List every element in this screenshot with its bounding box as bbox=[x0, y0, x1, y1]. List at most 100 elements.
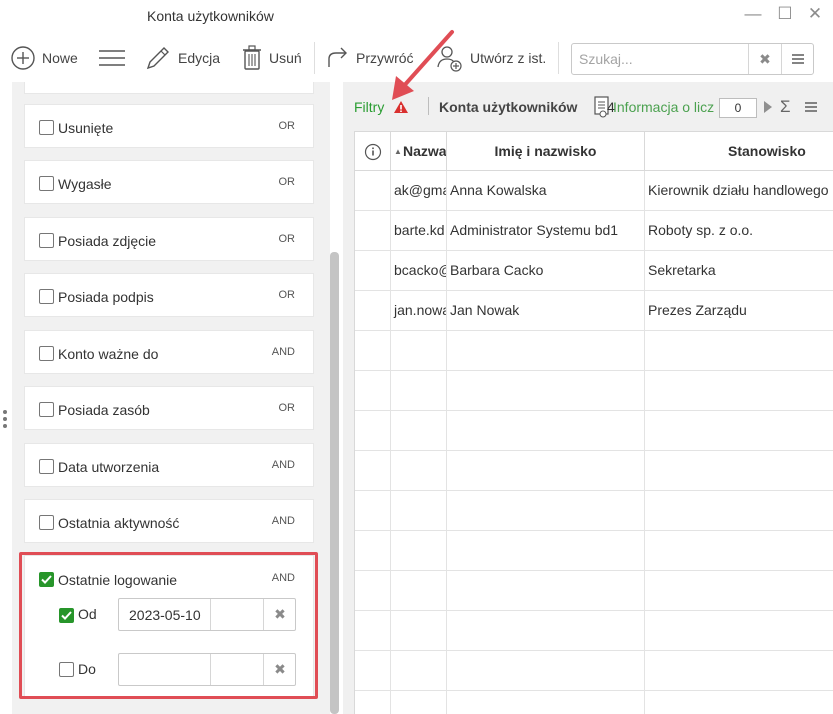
filter-expired-operator[interactable]: OR bbox=[279, 176, 296, 188]
toolbar-divider bbox=[558, 42, 559, 74]
filter-has-photo-operator[interactable]: OR bbox=[279, 233, 296, 245]
page-number-input[interactable]: 0 bbox=[719, 98, 757, 118]
filter-has-signature-checkbox[interactable] bbox=[39, 289, 54, 304]
filter-has-resource-operator[interactable]: OR bbox=[279, 402, 296, 414]
filter-has-photo[interactable]: Posiada zdjęcie OR bbox=[24, 217, 314, 261]
info-column-header[interactable] bbox=[355, 132, 391, 171]
filter-deleted-label: Usunięte bbox=[58, 120, 114, 136]
empty-cell bbox=[391, 531, 447, 571]
table-row[interactable]: jan.nowak Jan Nowak Prezes Zarządu bbox=[355, 291, 833, 331]
table-row[interactable]: bcacko@ Barbara Cacko Sekretarka bbox=[355, 251, 833, 291]
record-count: 4 bbox=[607, 99, 615, 115]
empty-row bbox=[355, 611, 833, 651]
filter-last-activity-checkbox[interactable] bbox=[39, 515, 54, 530]
maximize-icon[interactable]: ☐ bbox=[772, 3, 798, 25]
empty-cell bbox=[447, 571, 645, 611]
empty-cell bbox=[391, 331, 447, 371]
position-cell: Prezes Zarządu bbox=[648, 302, 747, 318]
filter-has-resource-label: Posiada zasób bbox=[58, 402, 150, 418]
menu-icon bbox=[791, 54, 804, 64]
empty-cell bbox=[391, 491, 447, 531]
pager-info-text: Informacja o licz bbox=[613, 99, 715, 115]
table-row[interactable]: barte.kd Administrator Systemu bd1 Robot… bbox=[355, 211, 833, 251]
close-icon[interactable]: ✕ bbox=[802, 3, 828, 25]
empty-cell bbox=[447, 611, 645, 651]
new-button-label: Nowe bbox=[42, 50, 78, 66]
empty-cell bbox=[391, 371, 447, 411]
empty-cell bbox=[447, 451, 645, 491]
filter-account-valid-until-label: Konto ważne do bbox=[58, 346, 159, 362]
login-cell: ak@gmail.com bbox=[391, 171, 447, 211]
empty-cell bbox=[355, 371, 391, 411]
filter-has-resource[interactable]: Posiada zasób OR bbox=[24, 386, 314, 430]
name-cell: Barbara Cacko bbox=[447, 251, 645, 291]
toolbar-divider bbox=[314, 42, 315, 74]
empty-cell bbox=[447, 491, 645, 531]
pencil-icon bbox=[146, 47, 169, 70]
filter-created-date-checkbox[interactable] bbox=[39, 459, 54, 474]
minimize-icon[interactable]: — bbox=[740, 3, 766, 25]
filter-last-activity[interactable]: Ostatnia aktywność AND bbox=[24, 499, 314, 543]
next-page-icon[interactable] bbox=[764, 101, 772, 113]
filter-last-activity-operator[interactable]: AND bbox=[272, 515, 295, 527]
empty-cell bbox=[447, 331, 645, 371]
clear-search-icon[interactable]: ✖ bbox=[748, 44, 781, 74]
empty-cell bbox=[391, 651, 447, 691]
column-header-name[interactable]: Imię i nazwisko bbox=[447, 132, 645, 171]
filter-has-photo-checkbox[interactable] bbox=[39, 233, 54, 248]
annotation-arrow bbox=[392, 30, 454, 100]
menu-button[interactable] bbox=[97, 38, 127, 78]
filter-has-signature-label: Posiada podpis bbox=[58, 289, 154, 305]
column-header-login[interactable]: ▲ Nazwa bbox=[391, 132, 447, 171]
filter-expired-checkbox[interactable] bbox=[39, 176, 54, 191]
sum-icon[interactable]: Σ bbox=[780, 97, 791, 117]
filter-panel-scroll-thumb[interactable] bbox=[330, 252, 339, 714]
search-input[interactable]: Szukaj... ✖ bbox=[571, 43, 814, 75]
edit-button[interactable]: Edycja bbox=[144, 38, 220, 78]
empty-cell bbox=[391, 691, 447, 714]
info-cell bbox=[355, 291, 391, 331]
filter-expired[interactable]: Wygasłe OR bbox=[24, 160, 314, 204]
empty-row bbox=[355, 691, 833, 714]
column-header-position[interactable]: Stanowisko bbox=[645, 132, 833, 171]
empty-cell bbox=[355, 451, 391, 491]
empty-cell bbox=[447, 371, 645, 411]
filter-expired-label: Wygasłe bbox=[58, 176, 112, 192]
empty-cell bbox=[447, 691, 645, 714]
filter-deleted-operator[interactable]: OR bbox=[279, 120, 296, 132]
search-menu-button[interactable] bbox=[781, 44, 813, 74]
empty-row bbox=[355, 531, 833, 571]
delete-button-label: Usuń bbox=[269, 50, 302, 66]
filter-created-date[interactable]: Data utworzenia AND bbox=[24, 443, 314, 487]
empty-row bbox=[355, 451, 833, 491]
filter-deleted-checkbox[interactable] bbox=[39, 120, 54, 135]
empty-cell bbox=[391, 571, 447, 611]
window-title: Konta użytkowników bbox=[147, 8, 274, 24]
filter-account-valid-until-checkbox[interactable] bbox=[39, 346, 54, 361]
redo-arrow-icon bbox=[328, 47, 347, 67]
filter-account-valid-until[interactable]: Konto ważne do AND bbox=[24, 330, 314, 374]
filter-has-signature[interactable]: Posiada podpis OR bbox=[24, 273, 314, 317]
filter-has-resource-checkbox[interactable] bbox=[39, 402, 54, 417]
panel-resize-grip[interactable] bbox=[3, 410, 9, 431]
info-cell bbox=[355, 211, 391, 251]
delete-button[interactable]: Usuń bbox=[241, 38, 302, 78]
hamburger-icon bbox=[99, 50, 125, 66]
position-cell: Sekretarka bbox=[648, 262, 716, 278]
search-placeholder: Szukaj... bbox=[579, 51, 633, 67]
create-from-existing-label: Utwórz z ist. bbox=[470, 50, 547, 66]
empty-cell bbox=[447, 651, 645, 691]
empty-row bbox=[355, 331, 833, 371]
filter-created-date-label: Data utworzenia bbox=[58, 459, 160, 475]
plus-circle-icon bbox=[11, 46, 35, 70]
position-cell: Roboty sp. z o.o. bbox=[648, 222, 754, 238]
login-cell: jan.nowak bbox=[391, 291, 447, 331]
filter-card-partial bbox=[24, 82, 314, 94]
filter-deleted[interactable]: Usunięte OR bbox=[24, 104, 314, 148]
filter-created-date-operator[interactable]: AND bbox=[272, 459, 295, 471]
filter-has-signature-operator[interactable]: OR bbox=[279, 289, 296, 301]
menu-icon[interactable] bbox=[804, 101, 818, 113]
filter-account-valid-until-operator[interactable]: AND bbox=[272, 346, 295, 358]
new-button[interactable]: Nowe bbox=[10, 38, 78, 78]
table-row[interactable]: ak@gmail.com Anna Kowalska Kierownik dzi… bbox=[355, 171, 833, 211]
